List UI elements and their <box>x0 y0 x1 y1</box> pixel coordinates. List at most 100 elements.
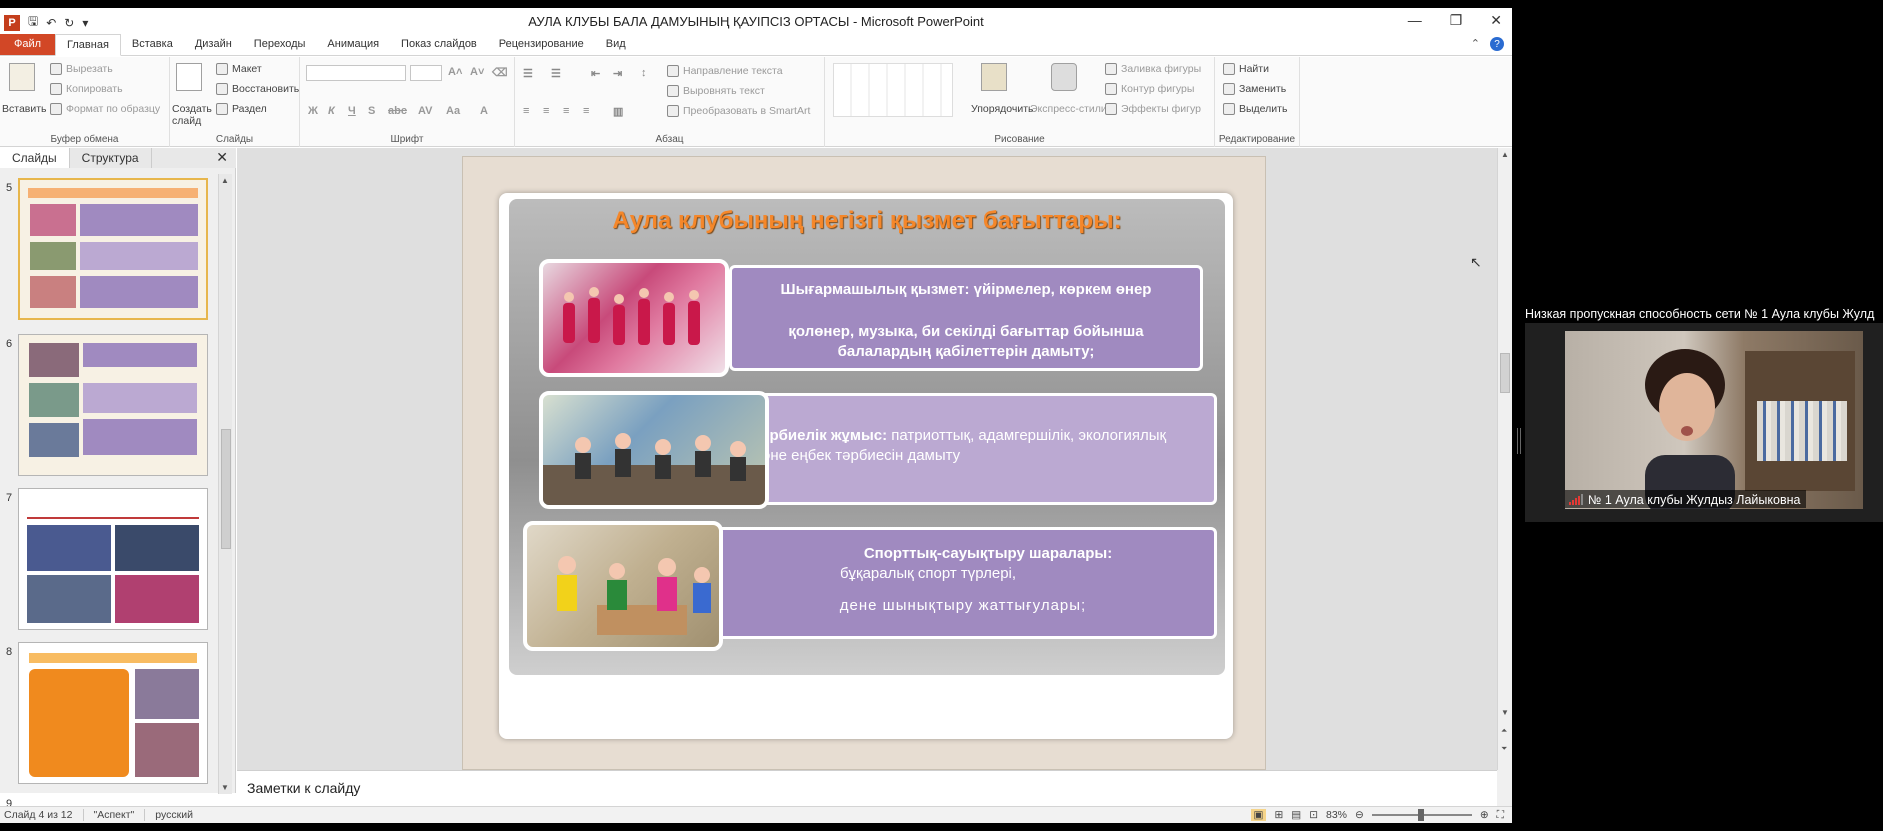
participant-video-tile[interactable]: № 1 Аула клубы Жулдыз Лайыковна <box>1525 323 1883 522</box>
notes-scrollbar[interactable] <box>1497 770 1512 806</box>
change-case-icon[interactable]: Aa <box>446 105 460 117</box>
slide-thumbnail-8[interactable] <box>18 642 208 784</box>
zoom-out-icon[interactable]: ⊖ <box>1355 809 1364 821</box>
zoom-level[interactable]: 83% <box>1326 809 1347 821</box>
current-slide[interactable]: Аула клубының негізгі қызмет бағыттары: … <box>462 156 1266 770</box>
copy-button[interactable]: Копировать <box>50 83 123 95</box>
paste-icon[interactable] <box>9 63 35 91</box>
help-icon[interactable]: ? <box>1490 37 1504 51</box>
font-size-combo[interactable] <box>410 65 442 81</box>
replace-button[interactable]: Заменить <box>1223 83 1286 95</box>
bold-icon[interactable]: Ж <box>308 105 318 117</box>
tab-review[interactable]: Рецензирование <box>488 34 595 55</box>
thumb-number: 7 <box>6 492 13 504</box>
zoom-slider[interactable] <box>1371 809 1472 821</box>
scroll-down-icon[interactable]: ▼ <box>221 783 229 792</box>
previous-slide-icon[interactable]: ⏶ <box>1501 726 1507 736</box>
panel-divider-handle[interactable] <box>1517 428 1521 454</box>
format-painter-button[interactable]: Формат по образцу <box>50 103 160 115</box>
dancers-image <box>563 287 700 345</box>
tab-insert[interactable]: Вставка <box>121 34 184 55</box>
slide-sorter-icon[interactable]: ⊞ <box>1274 809 1283 821</box>
layout-button[interactable]: Макет <box>216 63 262 75</box>
text-direction-button[interactable]: Направление текста <box>667 65 783 77</box>
spacing-icon[interactable]: AV <box>418 105 432 117</box>
section-button[interactable]: Раздел <box>216 103 267 115</box>
close-pane-icon[interactable]: ✕ <box>208 148 236 168</box>
new-slide-button[interactable]: Создать слайд <box>172 103 212 127</box>
reset-button[interactable]: Восстановить <box>216 83 299 95</box>
next-slide-icon[interactable]: ⏷ <box>1501 744 1507 754</box>
shapes-gallery[interactable] <box>833 63 953 117</box>
minimize-icon[interactable]: — <box>1408 12 1422 29</box>
tab-slideshow[interactable]: Показ слайдов <box>390 34 488 55</box>
shape-fill-button[interactable]: Заливка фигуры <box>1105 63 1201 75</box>
underline-icon[interactable]: Ч <box>348 105 356 117</box>
quick-styles-button[interactable]: Экспресс-стили <box>1030 103 1107 115</box>
increase-indent-icon[interactable]: ⇥ <box>613 67 622 80</box>
font-name-combo[interactable] <box>306 65 406 81</box>
strikethrough-icon[interactable]: abc <box>388 105 407 117</box>
grow-font-icon[interactable]: A˄ <box>448 66 462 78</box>
decrease-indent-icon[interactable]: ⇤ <box>591 67 600 80</box>
pane-scrollbar[interactable]: ▲ ▼ <box>218 174 232 794</box>
shrink-font-icon[interactable]: A˅ <box>470 66 484 78</box>
slide-title[interactable]: Аула клубының негізгі қызмет бағыттары: <box>509 207 1225 235</box>
reading-view-icon[interactable]: ▤ <box>1291 809 1301 821</box>
align-text-button[interactable]: Выровнять текст <box>667 85 765 97</box>
line-spacing-icon[interactable]: ↕ <box>641 67 647 79</box>
cut-button[interactable]: Вырезать <box>50 63 113 75</box>
tab-animation[interactable]: Анимация <box>316 34 390 55</box>
align-center-icon[interactable]: ≡ <box>543 105 549 117</box>
tab-home[interactable]: Главная <box>55 34 121 56</box>
tab-file[interactable]: Файл <box>0 34 56 55</box>
normal-view-icon[interactable]: ▣ <box>1250 809 1267 821</box>
pane-scroll-thumb[interactable] <box>221 429 231 549</box>
scroll-up-icon[interactable]: ▲ <box>1501 150 1509 159</box>
restore-icon[interactable]: ❐ <box>1450 12 1463 29</box>
shape-outline-button[interactable]: Контур фигуры <box>1105 83 1194 95</box>
tab-design[interactable]: Дизайн <box>184 34 243 55</box>
zoom-in-icon[interactable]: ⊕ <box>1480 809 1489 821</box>
justify-icon[interactable]: ≡ <box>583 105 589 117</box>
tab-view[interactable]: Вид <box>595 34 637 55</box>
tab-slides[interactable]: Слайды <box>0 148 70 168</box>
numbering-icon[interactable]: ☰ <box>551 67 561 80</box>
italic-icon[interactable]: К <box>328 105 335 117</box>
slide-thumbnail-6[interactable] <box>18 334 208 476</box>
slideshow-icon[interactable]: ⊡ <box>1309 809 1318 821</box>
direction-block-creative[interactable]: Шығармашылық қызмет: үйірмелер, көркем ө… <box>729 265 1203 371</box>
editor-vertical-scrollbar[interactable]: ▲ ▼ ⏶ ⏷ <box>1497 148 1512 770</box>
language-indicator[interactable]: русский <box>155 809 193 821</box>
new-slide-icon[interactable] <box>176 63 202 91</box>
direction-block-sport[interactable]: Спорттық-сауықтыру шаралары: бұқаралық с… <box>709 527 1217 639</box>
arrange-icon[interactable] <box>981 63 1007 91</box>
select-button[interactable]: Выделить <box>1223 103 1287 115</box>
notes-pane[interactable]: Заметки к слайду <box>237 770 1497 806</box>
fit-to-window-icon[interactable]: ⛶ <box>1497 809 1504 822</box>
smartart-button[interactable]: Преобразовать в SmartArt <box>667 105 810 117</box>
bullets-icon[interactable]: ☰ <box>523 67 533 80</box>
collapse-ribbon-icon[interactable]: ⌃ <box>1471 37 1480 55</box>
close-icon[interactable]: ✕ <box>1490 12 1502 29</box>
align-right-icon[interactable]: ≡ <box>563 105 569 117</box>
direction-block-upbringing[interactable]: Тәрбиелік жұмыс: патриоттық, адамгершілі… <box>729 393 1217 505</box>
slide-thumbnail-7[interactable] <box>18 488 208 630</box>
tab-outline[interactable]: Структура <box>70 148 152 168</box>
shadow-icon[interactable]: S <box>368 105 375 117</box>
font-color-icon[interactable]: A <box>480 105 488 117</box>
columns-icon[interactable]: ▥ <box>613 105 623 118</box>
align-left-icon[interactable]: ≡ <box>523 105 529 117</box>
tab-transitions[interactable]: Переходы <box>243 34 317 55</box>
shape-effects-button[interactable]: Эффекты фигур <box>1105 103 1201 115</box>
quick-styles-icon[interactable] <box>1051 63 1077 91</box>
editor-scroll-thumb[interactable] <box>1500 353 1510 393</box>
slide-thumbnail-5[interactable] <box>18 178 208 320</box>
arrange-button[interactable]: Упорядочить <box>971 103 1033 115</box>
paste-button[interactable]: Вставить <box>2 103 47 115</box>
find-button[interactable]: Найти <box>1223 63 1269 75</box>
scroll-down-icon[interactable]: ▼ <box>1501 708 1509 717</box>
zoom-slider-knob[interactable] <box>1417 809 1424 821</box>
scroll-up-icon[interactable]: ▲ <box>221 176 229 185</box>
clear-format-icon[interactable]: ⌫ <box>492 66 508 79</box>
